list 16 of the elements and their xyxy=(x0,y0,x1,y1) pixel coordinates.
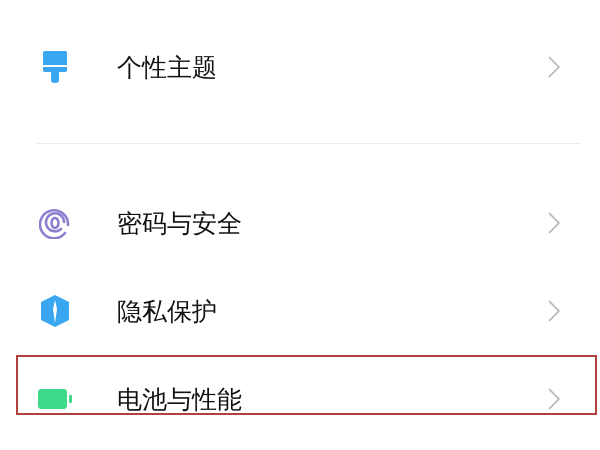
settings-item[interactable]: 个性主题 xyxy=(0,23,600,111)
settings-item[interactable]: 电池与性能 xyxy=(0,355,600,443)
item-label: 个性主题 xyxy=(117,52,218,84)
shield-icon xyxy=(40,295,70,327)
settings-item[interactable]: 隐私保护 xyxy=(0,267,600,355)
chevron-right-icon xyxy=(548,300,560,322)
battery-icon xyxy=(38,389,72,409)
chevron-right-icon xyxy=(548,212,560,234)
fingerprint-icon xyxy=(39,207,71,239)
chevron-right-icon xyxy=(548,388,560,410)
item-label: 密码与安全 xyxy=(117,208,243,240)
item-label: 电池与性能 xyxy=(117,384,243,416)
chevron-right-icon xyxy=(548,56,560,78)
paint-brush-icon xyxy=(42,51,68,83)
item-label: 隐私保护 xyxy=(117,296,218,328)
settings-item[interactable]: 密码与安全 xyxy=(0,179,600,267)
